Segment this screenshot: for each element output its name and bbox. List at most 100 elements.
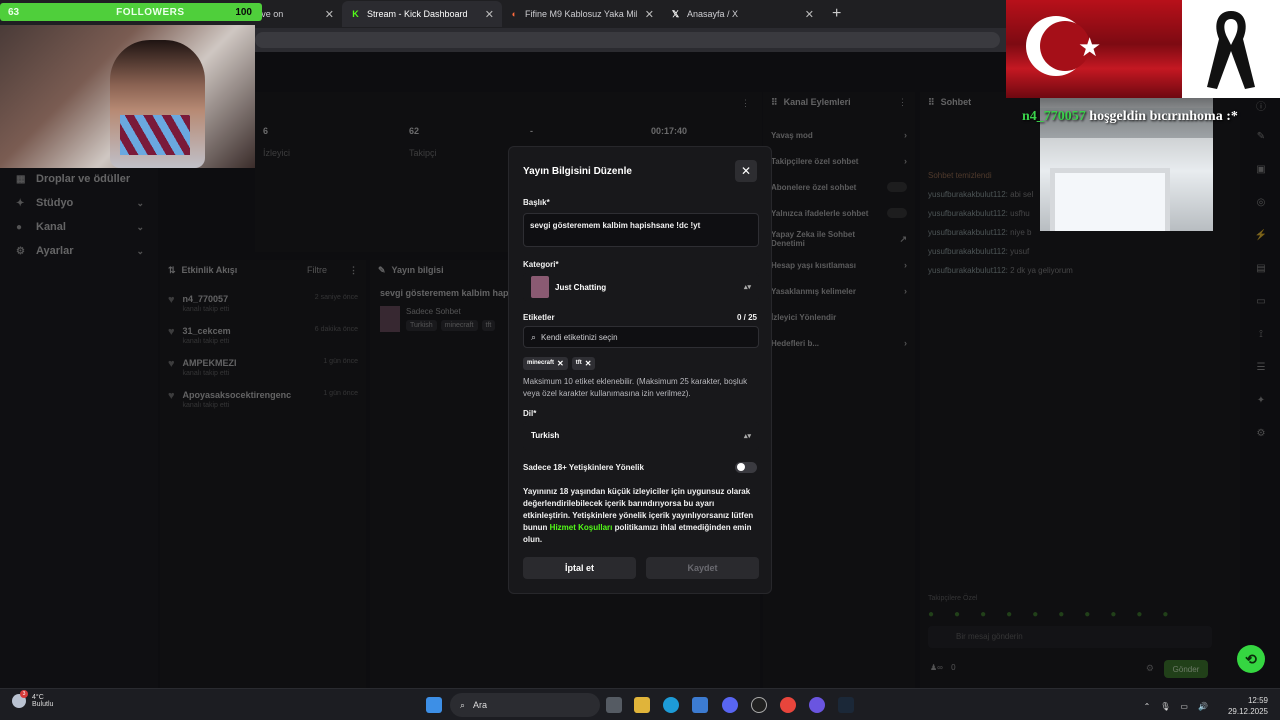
clock[interactable]: 12:59 29.12.2025 [1228,695,1268,717]
emote-icon[interactable]: ● [980,609,986,620]
new-tab-button[interactable]: + [822,5,851,23]
emote-icon[interactable]: ● [1136,609,1142,620]
remove-tag-icon[interactable]: ✕ [585,359,592,368]
cancel-button[interactable]: İptal et [523,557,636,579]
discord-icon[interactable] [722,697,738,713]
emote-icon[interactable]: ● [1084,609,1090,620]
target-icon[interactable]: ◎ [1242,197,1280,230]
chevron-up-icon[interactable]: ⌃ [1144,702,1151,711]
help-chat-button[interactable]: ⟲ [1237,645,1265,673]
emote-icon[interactable]: ● [1032,609,1038,620]
channel-actions-panel: ⠿ Kanal Eylemleri ⋮ Yavaş mod › Takipçile… [763,92,915,688]
lightning-icon[interactable]: ⚡ [1242,230,1280,263]
list-icon[interactable]: ☰ [1242,362,1280,395]
weather-widget[interactable]: 3 4°C Bulutlu [12,690,53,708]
activity-row: ♥ 31_cekcem kanalı takip etti 6 dakika ön… [160,322,366,354]
action-banned-words[interactable]: Yasaklanmış kelimeler › [763,278,915,304]
action-ai-moderation[interactable]: Yapay Zeka ile Sohbet Denetimi ↗ [763,226,915,252]
terms-of-service-link[interactable]: Hizmet Koşulları [550,523,613,532]
app-icon[interactable] [692,697,708,713]
category-select[interactable]: Just Chatting ▴▾ [523,273,759,301]
action-slow-mode[interactable]: Yavaş mod › [763,122,915,148]
activity-user[interactable]: n4_770057 [183,294,230,304]
filter-button[interactable]: Filtre [307,265,327,275]
emote-icon[interactable]: ● [1058,609,1064,620]
tags-input[interactable]: ⌕ Kendi etiketinizi seçin [523,326,759,348]
chat-username[interactable]: yusufburakakbulut112: [928,190,1008,199]
chat-input[interactable]: Bir mesaj gönderin [928,626,1212,648]
browser-tab-kick-dashboard[interactable]: K Stream - Kick Dashboard ✕ [342,1,502,27]
microphone-icon[interactable]: 🎙 [1160,702,1170,711]
save-button[interactable]: Kaydet [646,557,759,579]
action-raid[interactable]: İzleyici Yönlendir [763,304,915,330]
sidebar-item-channel[interactable]: ● Kanal ⌄ [0,215,158,239]
activity-user[interactable]: 31_cekcem [183,326,231,336]
drag-handle-icon[interactable]: ⠿ [771,97,778,108]
close-tab-icon[interactable]: ✕ [637,8,654,21]
chat-username[interactable]: yusufburakakbulut112: [928,266,1008,275]
edit-icon[interactable]: ✎ [1242,131,1280,164]
taskbar-search[interactable]: ⌕ Ara [450,693,600,717]
more-options-icon[interactable]: ⋮ [898,97,907,108]
broadcast-icon[interactable]: ⟟ [1242,329,1280,362]
chrome-icon[interactable] [780,697,796,713]
browser-tab-fifine[interactable]: ◐ Fifine M9 Kablosuz Yaka Mikrofon ✕ [502,1,662,27]
chat-username[interactable]: yusufburakakbulut112: [928,247,1008,256]
action-followers-only[interactable]: Takipçilere özel sohbet › [763,148,915,174]
app-icon-2[interactable] [751,697,767,713]
gear-icon[interactable]: ⚙ [1146,663,1154,674]
action-goals[interactable]: Hedefleri b... › [763,330,915,356]
toggle-switch[interactable] [887,182,907,192]
settings-icon[interactable]: ⚙ [1242,428,1280,461]
action-emote-only[interactable]: Yalnızca ifadelerle sohbet [763,200,915,226]
info-icon[interactable]: ⓘ [1242,98,1280,131]
sidebar-item-label: Droplar ve ödüller [36,173,131,185]
activity-user[interactable]: Apoyasaksocektirengenc [183,390,292,400]
channel-actions-header: ⠿ Kanal Eylemleri ⋮ [763,92,915,112]
action-account-age[interactable]: Hesap yaşı kısıtlaması › [763,252,915,278]
language-select[interactable]: Turkish ▴▾ [523,421,759,450]
file-explorer-icon[interactable] [634,697,650,713]
task-view-icon[interactable] [606,697,622,713]
drag-handle-icon[interactable]: ⠿ [928,97,935,108]
activity-user[interactable]: AMPEKMEZI [183,358,237,368]
browser-tab-x[interactable]: 𝕏 Anasayfa / X ✕ [662,1,822,27]
close-tab-icon[interactable]: ✕ [797,8,814,21]
toggle-switch[interactable] [887,208,907,218]
close-tab-icon[interactable]: ✕ [317,8,334,21]
volume-icon[interactable]: 🔊 [1198,702,1208,711]
more-options-icon[interactable]: ⋮ [349,265,358,276]
emote-icon[interactable]: ● [1110,609,1116,620]
steam-icon[interactable] [838,697,854,713]
chat-username[interactable]: yusufburakakbulut112: [928,228,1008,237]
address-bar[interactable] [255,32,1000,48]
close-modal-button[interactable]: ✕ [735,160,757,182]
sidebar-item-settings[interactable]: ⚙ Ayarlar ⌄ [0,239,158,263]
clip-icon[interactable]: ▣ [1242,164,1280,197]
sidebar-item-drops[interactable]: ▦ Droplar ve ödüller [0,167,158,191]
emote-icon[interactable]: ● [1006,609,1012,620]
right-tool-rail: ⓘ ✎ ▣ ◎ ⚡ ▤ ▭ ⟟ ☰ ✦ ⚙ [1242,92,1280,688]
sidebar-item-studio[interactable]: ✦ Stüdyo ⌄ [0,191,158,215]
chat-icon[interactable]: ▭ [1242,296,1280,329]
close-tab-icon[interactable]: ✕ [477,8,494,21]
send-button[interactable]: Gönder [1164,660,1208,678]
remove-tag-icon[interactable]: ✕ [557,359,564,368]
document-icon[interactable]: ▤ [1242,263,1280,296]
action-subscribers-only[interactable]: Abonelere özel sohbet [763,174,915,200]
heart-icon: ♥ [168,294,175,306]
start-button-icon[interactable] [426,697,442,713]
emote-icon[interactable]: ● [954,609,960,620]
close-icon: ✕ [740,164,752,178]
emote-icon[interactable]: ● [928,609,934,620]
chat-username[interactable]: yusufburakakbulut112: [928,209,1008,218]
edge-icon[interactable] [663,697,679,713]
display-icon[interactable]: ▭ [1180,702,1188,711]
adult-content-toggle[interactable] [735,461,757,473]
more-options-icon[interactable]: ⋮ [741,98,750,109]
app-icon-3[interactable] [809,697,825,713]
wrench-icon[interactable]: ✦ [1242,395,1280,428]
title-input[interactable]: sevgi gösteremem kalbim hapishsane !dc !… [523,213,759,247]
emote-icon[interactable]: ● [1162,609,1168,620]
action-label: Yapay Zeka ile Sohbet Denetimi [771,230,856,248]
